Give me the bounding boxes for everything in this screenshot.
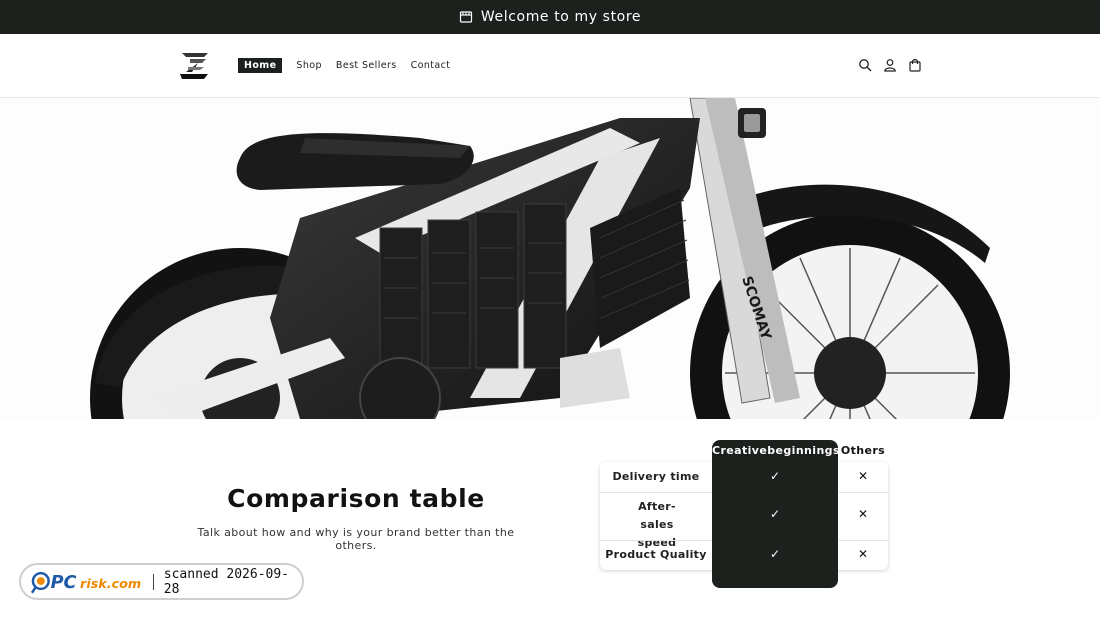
cross-icon: ✕ — [857, 507, 869, 521]
comparison-title: Comparison table — [227, 484, 485, 513]
svg-text:risk.com: risk.com — [80, 576, 141, 591]
scan-date: scanned 2026-09-28 — [163, 566, 290, 597]
comparison-table: Creativebeginnings Others Delivery time … — [600, 440, 888, 588]
header-icons — [858, 58, 922, 72]
pcrisk-logo: PC risk.com — [31, 571, 141, 593]
row-label: Delivery time — [612, 470, 700, 483]
row-label: Product Quality — [605, 548, 707, 561]
cross-icon: ✕ — [857, 469, 869, 483]
svg-text:PC: PC — [51, 572, 77, 592]
store-logo[interactable] — [178, 50, 212, 82]
comparison-row: Delivery time ✓ ✕ — [600, 462, 888, 492]
motorbike-image: SCOMAY — [0, 98, 1100, 419]
nav-best-sellers[interactable]: Best Sellers — [336, 58, 397, 73]
account-icon[interactable] — [883, 58, 897, 72]
scan-badge: PC risk.com scanned 2026-09-28 — [19, 563, 304, 600]
check-icon: ✓ — [769, 547, 781, 561]
announcement-bar: Welcome to my store — [0, 0, 1100, 34]
check-icon: ✓ — [769, 469, 781, 483]
nav-contact[interactable]: Contact — [411, 58, 451, 73]
badge-separator — [152, 573, 154, 590]
hero-banner: SCOMAY — [0, 98, 1100, 419]
search-icon[interactable] — [858, 58, 872, 72]
cross-icon: ✕ — [857, 547, 869, 561]
main-nav: Home Shop Best Sellers Contact — [238, 58, 450, 73]
announcement-text: Welcome to my store — [480, 9, 642, 25]
others-column-header: Others — [840, 444, 886, 457]
comparison-row: After-sales speed ✓ ✕ — [600, 492, 888, 549]
nav-home[interactable]: Home — [238, 58, 283, 73]
check-icon: ✓ — [769, 507, 781, 521]
cart-icon[interactable] — [908, 58, 922, 72]
comparison-row: Product Quality ✓ ✕ — [600, 540, 888, 570]
store-icon — [459, 11, 473, 23]
comparison-subtitle: Talk about how and why is your brand bet… — [197, 526, 515, 552]
site-header: Home Shop Best Sellers Contact — [0, 34, 1100, 98]
nav-shop[interactable]: Shop — [296, 58, 322, 73]
brand-column-header: Creativebeginnings — [712, 444, 840, 457]
